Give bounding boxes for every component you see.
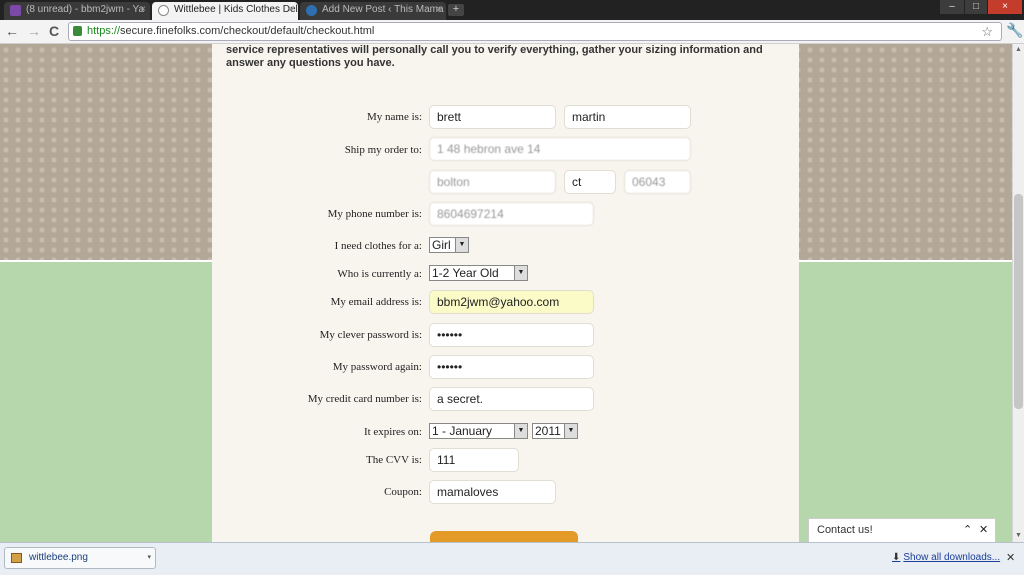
close-tab-icon[interactable]: × xyxy=(288,2,294,18)
cvv-input[interactable]: 111 xyxy=(429,448,519,472)
reload-button[interactable]: C xyxy=(46,23,62,39)
password-again-input[interactable]: •••••• xyxy=(429,355,594,379)
browser-toolbar: ← → C https://secure.finefolks.com/check… xyxy=(0,20,1024,44)
submit-button[interactable] xyxy=(430,531,578,542)
vertical-scrollbar[interactable]: ▲ ▼ xyxy=(1012,44,1024,542)
state-input[interactable]: ct xyxy=(564,170,616,194)
expiry-year-value: 2011 xyxy=(535,424,561,438)
first-name-input[interactable]: brett xyxy=(429,105,556,129)
clothes-for-select[interactable]: Girl ▼ xyxy=(429,237,469,253)
wrench-menu-icon[interactable]: 🔧 xyxy=(1006,22,1023,39)
password-input[interactable]: •••••• xyxy=(429,323,594,347)
new-tab-button[interactable]: + xyxy=(448,4,464,16)
address-bar[interactable]: https://secure.finefolks.com/checkout/de… xyxy=(68,22,1002,41)
intro-line-1: service representatives will personally … xyxy=(226,44,763,56)
name-label: My name is: xyxy=(367,111,422,123)
clothes-for-label: I need clothes for a: xyxy=(334,240,422,252)
contact-widget[interactable]: Contact us! ⌃ ✕ xyxy=(808,518,996,542)
intro-line-2: answer any questions you have. xyxy=(226,57,395,69)
tab-yahoo-mail[interactable]: (8 unread) - bbm2jwm - Ya × xyxy=(4,2,150,20)
chevron-down-icon: ▼ xyxy=(514,266,527,280)
card-label: My credit card number is: xyxy=(307,393,422,405)
card-input[interactable]: a secret. xyxy=(429,387,594,411)
coupon-input[interactable]: mamaloves xyxy=(429,480,556,504)
lock-icon xyxy=(73,26,82,36)
cvv-label: The CVV is: xyxy=(365,454,422,466)
intro-text: service representatives will personally … xyxy=(226,44,786,70)
last-name-input[interactable]: martin xyxy=(564,105,691,129)
download-arrow-icon: ⬇ xyxy=(892,552,901,563)
collapse-icon[interactable]: ⌃ xyxy=(963,519,972,541)
scroll-thumb[interactable] xyxy=(1014,194,1023,409)
page-viewport: service representatives will personally … xyxy=(0,44,1012,542)
bookmark-star-icon[interactable]: ☆ xyxy=(981,23,993,40)
chevron-down-icon: ▼ xyxy=(455,238,468,252)
show-all-downloads-link[interactable]: ⬇ Show all downloads... xyxy=(892,552,1000,563)
tab-title: Wittlebee | Kids Clothes Del xyxy=(174,4,298,15)
show-all-label: Show all downloads... xyxy=(903,552,1001,563)
age-label: Who is currently a: xyxy=(337,268,422,280)
clothes-for-value: Girl xyxy=(432,238,451,252)
yahoo-mail-icon xyxy=(10,5,21,16)
age-select[interactable]: 1-2 Year Old ▼ xyxy=(429,265,528,281)
download-filename: wittlebee.png xyxy=(29,552,88,563)
url-scheme: https:// xyxy=(87,25,121,37)
url-path: secure.finefolks.com/checkout/default/ch… xyxy=(120,25,375,37)
email-input[interactable]: bbm2jwm@yahoo.com xyxy=(429,290,594,314)
tab-bar: (8 unread) - bbm2jwm - Ya × Wittlebee | … xyxy=(0,0,1024,20)
scroll-down-icon[interactable]: ▼ xyxy=(1013,530,1024,542)
expiry-year-select[interactable]: 2011 ▼ xyxy=(532,423,578,439)
scroll-up-icon[interactable]: ▲ xyxy=(1013,44,1024,56)
download-item[interactable]: wittlebee.png ▾ xyxy=(4,547,156,569)
password-again-label: My password again: xyxy=(332,361,422,373)
close-window-button[interactable]: × xyxy=(988,0,1022,14)
password-label: My clever password is: xyxy=(319,329,422,341)
chevron-down-icon[interactable]: ▾ xyxy=(147,548,151,568)
globe-icon xyxy=(158,5,169,16)
expiry-month-select[interactable]: 1 - January ▼ xyxy=(429,423,528,439)
phone-label: My phone number is: xyxy=(327,208,422,220)
age-value: 1-2 Year Old xyxy=(432,266,499,280)
city-input[interactable]: bolton xyxy=(429,170,556,194)
maximize-button[interactable]: □ xyxy=(965,0,987,14)
close-icon[interactable]: ✕ xyxy=(979,519,988,541)
expiry-month-value: 1 - January xyxy=(432,424,493,438)
close-tab-icon[interactable]: × xyxy=(436,2,442,18)
close-tab-icon[interactable]: × xyxy=(140,2,146,18)
ship-label: Ship my order to: xyxy=(344,144,422,156)
tab-wittlebee[interactable]: Wittlebee | Kids Clothes Del × xyxy=(152,2,298,20)
tab-title: Add New Post ‹ This Mama xyxy=(322,4,444,15)
forward-button[interactable]: → xyxy=(26,23,42,39)
address-input[interactable]: 1 48 hebron ave 14 xyxy=(429,137,691,161)
tab-title: (8 unread) - bbm2jwm - Ya xyxy=(26,4,145,15)
coupon-label: Coupon: xyxy=(384,486,422,498)
image-file-icon xyxy=(11,553,22,563)
phone-input[interactable]: 8604697214 xyxy=(429,202,594,226)
tab-add-new-post[interactable]: Add New Post ‹ This Mama × xyxy=(300,2,446,20)
chevron-down-icon: ▼ xyxy=(514,424,527,438)
chevron-down-icon: ▼ xyxy=(564,424,577,438)
email-label: My email address is: xyxy=(330,296,422,308)
expires-label: It expires on: xyxy=(363,426,422,438)
back-button[interactable]: ← xyxy=(4,23,20,39)
close-icon[interactable]: ✕ xyxy=(1006,551,1015,564)
zip-input[interactable]: 06043 xyxy=(624,170,691,194)
contact-label: Contact us! xyxy=(817,524,873,536)
wordpress-icon xyxy=(306,5,317,16)
downloads-bar: wittlebee.png ▾ ⬇ Show all downloads... ✕ xyxy=(0,542,1024,575)
minimize-button[interactable]: – xyxy=(940,0,964,14)
